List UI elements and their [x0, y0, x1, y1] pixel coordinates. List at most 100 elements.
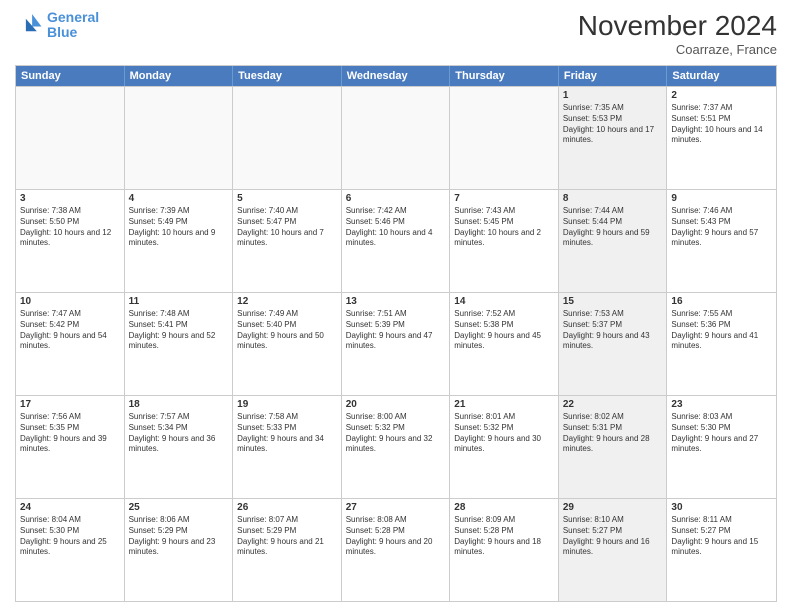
day-info: Sunrise: 7:52 AM Sunset: 5:38 PM Dayligh… [454, 309, 554, 352]
calendar-cell: 14 Sunrise: 7:52 AM Sunset: 5:38 PM Dayli… [450, 293, 559, 395]
calendar-cell: 13Sunrise: 7:51 AM Sunset: 5:39 PM Dayli… [342, 293, 451, 395]
header: General Blue November 2024 Coarraze, Fra… [15, 10, 777, 57]
day-info: Sunrise: 8:11 AM Sunset: 5:27 PM Dayligh… [671, 515, 772, 558]
day-info: Sunrise: 7:53 AM Sunset: 5:37 PM Dayligh… [563, 309, 663, 352]
day-number: 15 [563, 296, 663, 307]
day-info: Sunrise: 7:40 AM Sunset: 5:47 PM Dayligh… [237, 206, 337, 249]
day-info: Sunrise: 8:08 AM Sunset: 5:28 PM Dayligh… [346, 515, 446, 558]
day-info: Sunrise: 8:09 AM Sunset: 5:28 PM Dayligh… [454, 515, 554, 558]
header-day-saturday: Saturday [667, 66, 776, 86]
calendar-cell: 19 Sunrise: 7:58 AM Sunset: 5:33 PM Dayli… [233, 396, 342, 498]
day-number: 18 [129, 399, 229, 410]
page: General Blue November 2024 Coarraze, Fra… [0, 0, 792, 612]
header-day-thursday: Thursday [450, 66, 559, 86]
calendar-cell: 7 Sunrise: 7:43 AM Sunset: 5:45 PM Daylig… [450, 190, 559, 292]
day-info: Sunrise: 7:35 AM Sunset: 5:53 PM Dayligh… [563, 103, 663, 146]
day-number: 23 [671, 399, 772, 410]
calendar-cell: 6Sunrise: 7:42 AM Sunset: 5:46 PM Daylig… [342, 190, 451, 292]
day-number: 3 [20, 193, 120, 204]
day-number: 26 [237, 502, 337, 513]
day-number: 12 [237, 296, 337, 307]
day-number: 17 [20, 399, 120, 410]
calendar-header: SundayMondayTuesdayWednesdayThursdayFrid… [16, 66, 776, 86]
day-info: Sunrise: 7:55 AM Sunset: 5:36 PM Dayligh… [671, 309, 772, 352]
day-number: 28 [454, 502, 554, 513]
logo: General Blue [15, 10, 99, 41]
calendar-cell: 25 Sunrise: 8:06 AM Sunset: 5:29 PM Dayli… [125, 499, 234, 601]
day-number: 20 [346, 399, 446, 410]
day-info: Sunrise: 7:38 AM Sunset: 5:50 PM Dayligh… [20, 206, 120, 249]
calendar-cell: 11 Sunrise: 7:48 AM Sunset: 5:41 PM Dayli… [125, 293, 234, 395]
logo-line1: General [47, 9, 99, 25]
header-day-friday: Friday [559, 66, 668, 86]
day-number: 30 [671, 502, 772, 513]
day-number: 1 [563, 90, 663, 101]
day-info: Sunrise: 8:10 AM Sunset: 5:27 PM Dayligh… [563, 515, 663, 558]
title-block: November 2024 Coarraze, France [578, 10, 777, 57]
calendar-cell: 22 Sunrise: 8:02 AM Sunset: 5:31 PM Dayli… [559, 396, 668, 498]
calendar-cell: 23 Sunrise: 8:03 AM Sunset: 5:30 PM Dayli… [667, 396, 776, 498]
calendar-cell: 27 Sunrise: 8:08 AM Sunset: 5:28 PM Dayli… [342, 499, 451, 601]
day-number: 8 [563, 193, 663, 204]
calendar-cell: 1 Sunrise: 7:35 AM Sunset: 5:53 PM Daylig… [559, 87, 668, 189]
calendar-cell: 16 Sunrise: 7:55 AM Sunset: 5:36 PM Dayli… [667, 293, 776, 395]
day-number: 25 [129, 502, 229, 513]
day-info: Sunrise: 8:02 AM Sunset: 5:31 PM Dayligh… [563, 412, 663, 455]
day-number: 4 [129, 193, 229, 204]
calendar-cell: 29 Sunrise: 8:10 AM Sunset: 5:27 PM Dayli… [559, 499, 668, 601]
calendar-cell: 15 Sunrise: 7:53 AM Sunset: 5:37 PM Dayli… [559, 293, 668, 395]
calendar-cell: 10 Sunrise: 7:47 AM Sunset: 5:42 PM Dayli… [16, 293, 125, 395]
calendar-cell: 8Sunrise: 7:44 AM Sunset: 5:44 PM Daylig… [559, 190, 668, 292]
calendar-week-1: 1 Sunrise: 7:35 AM Sunset: 5:53 PM Daylig… [16, 86, 776, 189]
day-info: Sunrise: 8:07 AM Sunset: 5:29 PM Dayligh… [237, 515, 337, 558]
day-info: Sunrise: 7:42 AM Sunset: 5:46 PM Dayligh… [346, 206, 446, 249]
calendar-week-2: 3 Sunrise: 7:38 AM Sunset: 5:50 PM Daylig… [16, 189, 776, 292]
calendar-cell [125, 87, 234, 189]
day-info: Sunrise: 7:43 AM Sunset: 5:45 PM Dayligh… [454, 206, 554, 249]
day-info: Sunrise: 8:00 AM Sunset: 5:32 PM Dayligh… [346, 412, 446, 455]
day-number: 14 [454, 296, 554, 307]
day-info: Sunrise: 8:06 AM Sunset: 5:29 PM Dayligh… [129, 515, 229, 558]
day-info: Sunrise: 7:46 AM Sunset: 5:43 PM Dayligh… [671, 206, 772, 249]
day-number: 10 [20, 296, 120, 307]
calendar-cell: 18 Sunrise: 7:57 AM Sunset: 5:34 PM Dayli… [125, 396, 234, 498]
day-info: Sunrise: 7:48 AM Sunset: 5:41 PM Dayligh… [129, 309, 229, 352]
calendar-cell: 17Sunrise: 7:56 AM Sunset: 5:35 PM Dayli… [16, 396, 125, 498]
day-info: Sunrise: 8:04 AM Sunset: 5:30 PM Dayligh… [20, 515, 120, 558]
calendar-cell: 21Sunrise: 8:01 AM Sunset: 5:32 PM Dayli… [450, 396, 559, 498]
calendar-cell [450, 87, 559, 189]
day-number: 27 [346, 502, 446, 513]
calendar-cell: 30 Sunrise: 8:11 AM Sunset: 5:27 PM Dayli… [667, 499, 776, 601]
day-number: 9 [671, 193, 772, 204]
day-info: Sunrise: 7:57 AM Sunset: 5:34 PM Dayligh… [129, 412, 229, 455]
day-number: 7 [454, 193, 554, 204]
day-info: Sunrise: 7:37 AM Sunset: 5:51 PM Dayligh… [671, 103, 772, 146]
calendar-cell: 26 Sunrise: 8:07 AM Sunset: 5:29 PM Dayli… [233, 499, 342, 601]
calendar-cell: 12Sunrise: 7:49 AM Sunset: 5:40 PM Dayli… [233, 293, 342, 395]
calendar-cell: 2 Sunrise: 7:37 AM Sunset: 5:51 PM Daylig… [667, 87, 776, 189]
day-info: Sunrise: 7:51 AM Sunset: 5:39 PM Dayligh… [346, 309, 446, 352]
day-number: 11 [129, 296, 229, 307]
day-info: Sunrise: 8:01 AM Sunset: 5:32 PM Dayligh… [454, 412, 554, 455]
day-number: 16 [671, 296, 772, 307]
day-info: Sunrise: 7:39 AM Sunset: 5:49 PM Dayligh… [129, 206, 229, 249]
logo-icon [15, 11, 43, 39]
day-number: 19 [237, 399, 337, 410]
calendar-cell [233, 87, 342, 189]
logo-line2: Blue [47, 24, 77, 40]
day-number: 22 [563, 399, 663, 410]
location: Coarraze, France [578, 42, 777, 57]
calendar-body: 1 Sunrise: 7:35 AM Sunset: 5:53 PM Daylig… [16, 86, 776, 601]
header-day-monday: Monday [125, 66, 234, 86]
day-number: 29 [563, 502, 663, 513]
calendar-week-5: 24Sunrise: 8:04 AM Sunset: 5:30 PM Dayli… [16, 498, 776, 601]
day-info: Sunrise: 8:03 AM Sunset: 5:30 PM Dayligh… [671, 412, 772, 455]
header-day-sunday: Sunday [16, 66, 125, 86]
header-day-wednesday: Wednesday [342, 66, 451, 86]
day-info: Sunrise: 7:58 AM Sunset: 5:33 PM Dayligh… [237, 412, 337, 455]
month-title: November 2024 [578, 10, 777, 42]
calendar-cell [16, 87, 125, 189]
day-info: Sunrise: 7:47 AM Sunset: 5:42 PM Dayligh… [20, 309, 120, 352]
calendar-cell: 5Sunrise: 7:40 AM Sunset: 5:47 PM Daylig… [233, 190, 342, 292]
day-number: 2 [671, 90, 772, 101]
